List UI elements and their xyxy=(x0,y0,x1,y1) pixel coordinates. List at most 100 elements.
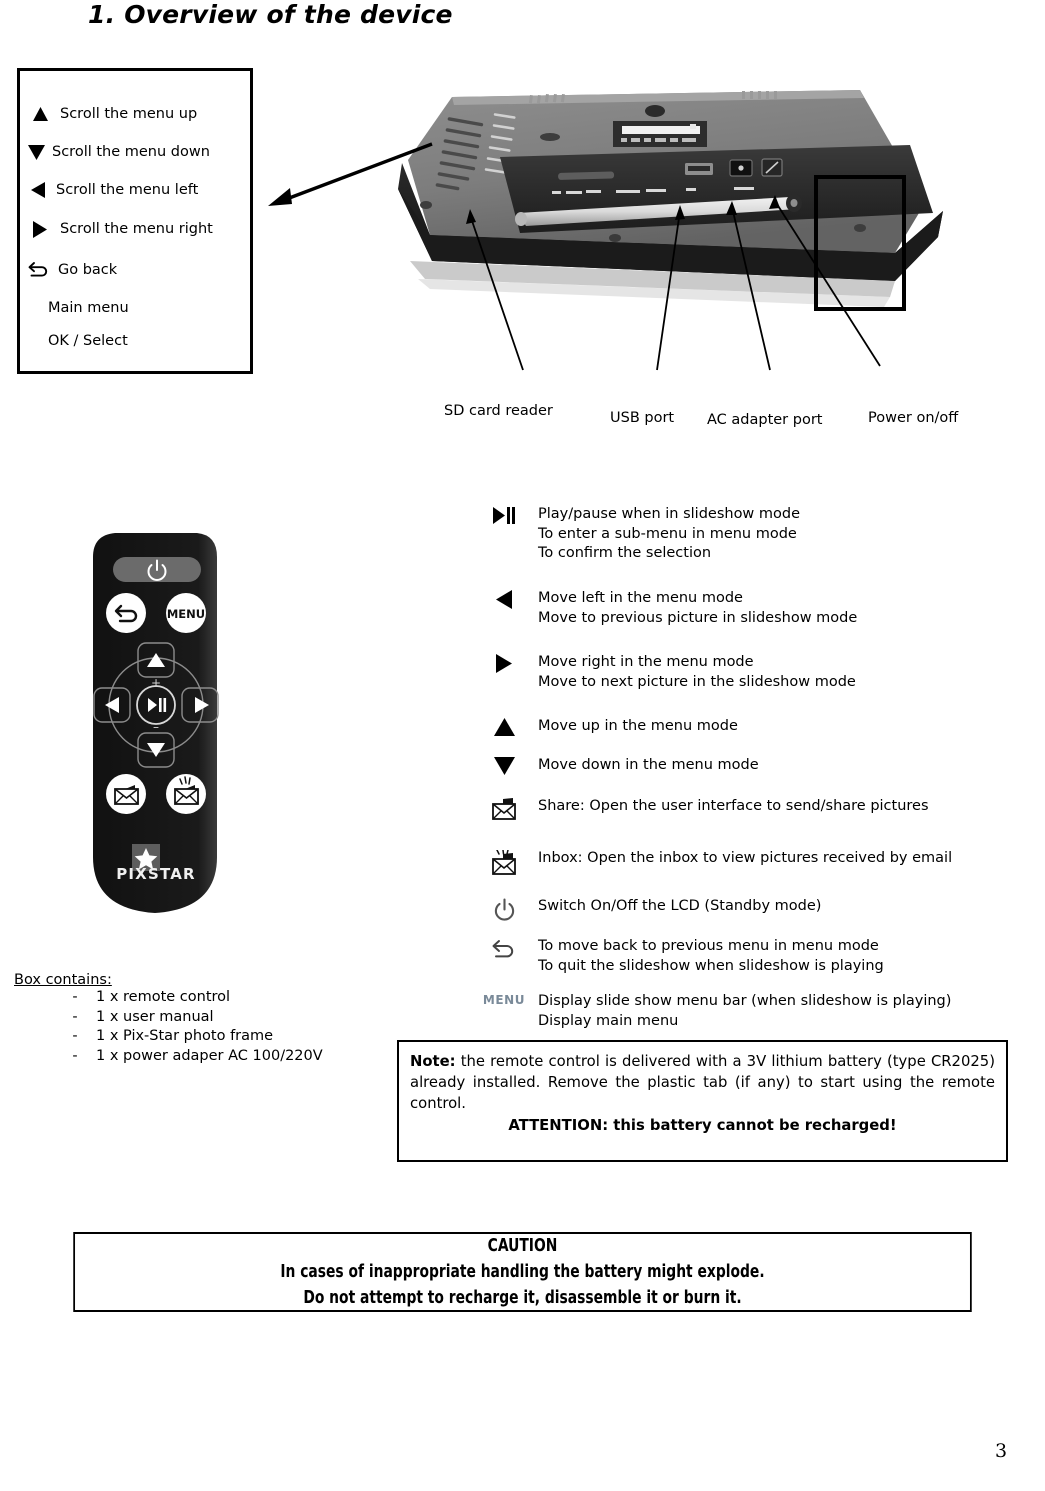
function-line: To move back to previous menu in menu mo… xyxy=(538,938,879,954)
legend-label: Scroll the menu left xyxy=(56,182,199,198)
legend-label: Scroll the menu down xyxy=(52,144,210,160)
page-number: 3 xyxy=(995,1440,1008,1462)
triangle-left-icon xyxy=(20,182,56,198)
port-label-ac-adapter-port: AC adapter port xyxy=(707,412,823,428)
function-text: Display slide show menu bar (when slides… xyxy=(538,992,1015,1031)
caution-line-1: In cases of inappropriate handling the b… xyxy=(280,1262,765,1282)
bullet-dash: - xyxy=(72,1008,78,1025)
function-text: Share: Open the user interface to send/s… xyxy=(538,797,1015,817)
port-label-power-on-off: Power on/off xyxy=(868,410,959,426)
box-contains-item-label: 1 x Pix-Star photo frame xyxy=(96,1028,274,1044)
volume-down-mark: – xyxy=(153,720,159,734)
bullet-dash: - xyxy=(72,1028,78,1044)
function-line: Display slide show menu bar (when slides… xyxy=(538,993,952,1009)
legend-label: Main menu xyxy=(48,300,129,316)
legend-row-scroll-up: Scroll the menu up xyxy=(20,95,250,133)
function-row-power: Switch On/Off the LCD (Standby mode) xyxy=(470,897,1015,922)
function-row-move-down: Move down in the menu mode xyxy=(470,756,1015,776)
port-leader-lines xyxy=(466,195,881,371)
box-contains-item-label: 1 x power adaper AC 100/220V xyxy=(96,1047,323,1064)
legend-label: Scroll the menu right xyxy=(60,221,213,237)
function-row-share: Share: Open the user interface to send/s… xyxy=(470,797,1015,822)
function-text: Play/pause when in slideshow mode To ent… xyxy=(538,505,1015,564)
box-contains-item-label: 1 x remote control xyxy=(96,989,231,1005)
brand-wordmark: PIXSTAR xyxy=(116,865,196,883)
triangle-up-icon xyxy=(20,107,60,121)
box-contains-section: Box contains: - 1 x remote control - 1 x… xyxy=(14,972,414,1066)
note-attention: ATTENTION: this battery cannot be rechar… xyxy=(508,1117,897,1134)
key-legend-box: Scroll the menu up Scroll the menu down … xyxy=(17,68,253,374)
triangle-up-icon xyxy=(470,717,538,736)
note-label: Note: xyxy=(410,1053,456,1070)
function-line: To enter a sub-menu in menu mode xyxy=(538,525,797,542)
function-line: Play/pause when in slideshow mode xyxy=(538,506,801,522)
box-contains-item: - 1 x user manual xyxy=(14,1008,414,1028)
play-pause-icon xyxy=(470,505,538,525)
function-text: Move right in the menu mode Move to next… xyxy=(538,653,1015,692)
box-contains-item: - 1 x remote control xyxy=(14,988,414,1008)
function-text: Move down in the menu mode xyxy=(538,756,1015,776)
function-row-move-right: Move right in the menu mode Move to next… xyxy=(470,653,1015,692)
function-line: To confirm the selection xyxy=(538,545,712,561)
function-line: Move left in the menu mode xyxy=(538,590,743,606)
box-contains-item-label: 1 x user manual xyxy=(96,1008,214,1025)
legend-label: Scroll the menu up xyxy=(60,106,198,122)
menu-text-icon: MENU xyxy=(470,992,538,1007)
back-arrow-icon xyxy=(470,937,538,960)
function-row-move-up: Move up in the menu mode xyxy=(470,717,1015,737)
legend-row-scroll-down: Scroll the menu down xyxy=(20,133,250,171)
function-line: Inbox: Open the inbox to view pictures r… xyxy=(538,850,953,866)
function-row-move-left: Move left in the menu mode Move to previ… xyxy=(470,589,1015,628)
legend-row-scroll-right: Scroll the menu right xyxy=(20,210,250,248)
note-body-paragraph: Note: the remote control is delivered wi… xyxy=(410,1051,995,1114)
function-line: To quit the slideshow when slideshow is … xyxy=(538,957,884,974)
function-line: Share: Open the user interface to send/s… xyxy=(538,798,929,814)
triangle-down-icon xyxy=(470,756,538,775)
legend-label: Go back xyxy=(58,262,118,278)
page-title: 1. Overview of the device xyxy=(88,0,453,29)
triangle-down-icon xyxy=(20,144,52,160)
remote-back-button xyxy=(106,593,146,633)
legend-label: OK / Select xyxy=(48,333,128,349)
box-contains-title: Box contains: xyxy=(14,972,112,988)
legend-row-scroll-left: Scroll the menu left xyxy=(20,171,250,209)
inbox-envelope-icon xyxy=(470,849,538,876)
function-line: Display main menu xyxy=(538,1012,679,1029)
triangle-left-icon xyxy=(470,589,538,609)
function-text: To move back to previous menu in menu mo… xyxy=(538,937,1015,976)
function-text: Inbox: Open the inbox to view pictures r… xyxy=(538,849,1015,869)
function-line: Move down in the menu mode xyxy=(538,757,759,773)
triangle-right-icon xyxy=(20,220,60,238)
function-line: Move to next picture in the slideshow mo… xyxy=(538,673,856,690)
port-label-usb-port: USB port xyxy=(610,410,675,426)
function-row-inbox: Inbox: Open the inbox to view pictures r… xyxy=(470,849,1015,876)
note-box: Note: the remote control is delivered wi… xyxy=(397,1040,1008,1162)
box-contains-item: - 1 x power adaper AC 100/220V xyxy=(14,1047,414,1067)
back-arrow-icon xyxy=(20,261,58,279)
power-icon xyxy=(470,897,538,922)
triangle-right-icon xyxy=(470,653,538,673)
box-contains-item: - 1 x Pix-Star photo frame xyxy=(14,1027,414,1047)
share-envelope-icon xyxy=(470,797,538,822)
function-row-play-pause: Play/pause when in slideshow mode To ent… xyxy=(470,505,1015,564)
caution-heading: CAUTION xyxy=(487,1236,558,1256)
function-text: Move left in the menu mode Move to previ… xyxy=(538,589,1015,628)
function-text: Switch On/Off the LCD (Standby mode) xyxy=(538,897,1015,917)
function-row-menu: MENU Display slide show menu bar (when s… xyxy=(470,992,1015,1031)
volume-up-mark: + xyxy=(151,676,161,690)
function-line: Move up in the menu mode xyxy=(538,718,738,734)
caution-box: CAUTION In cases of inappropriate handli… xyxy=(73,1232,972,1312)
remote-control-image: MENU + – PIXSTAR xyxy=(93,533,219,913)
legend-row-go-back: Go back xyxy=(20,251,250,289)
function-row-back: To move back to previous menu in menu mo… xyxy=(470,937,1015,976)
bullet-dash: - xyxy=(72,989,78,1005)
note-body: the remote control is delivered with a 3… xyxy=(410,1053,995,1112)
function-line: Move right in the menu mode xyxy=(538,654,754,670)
caution-line-2: Do not attempt to recharge it, disassemb… xyxy=(303,1288,742,1308)
port-label-sd-card-reader: SD card reader xyxy=(444,403,553,419)
legend-row-ok-select: OK / Select xyxy=(20,322,250,360)
function-line: Switch On/Off the LCD (Standby mode) xyxy=(538,898,822,914)
function-text: Move up in the menu mode xyxy=(538,717,1015,737)
function-line: Move to previous picture in slideshow mo… xyxy=(538,609,858,626)
bullet-dash: - xyxy=(72,1047,78,1064)
